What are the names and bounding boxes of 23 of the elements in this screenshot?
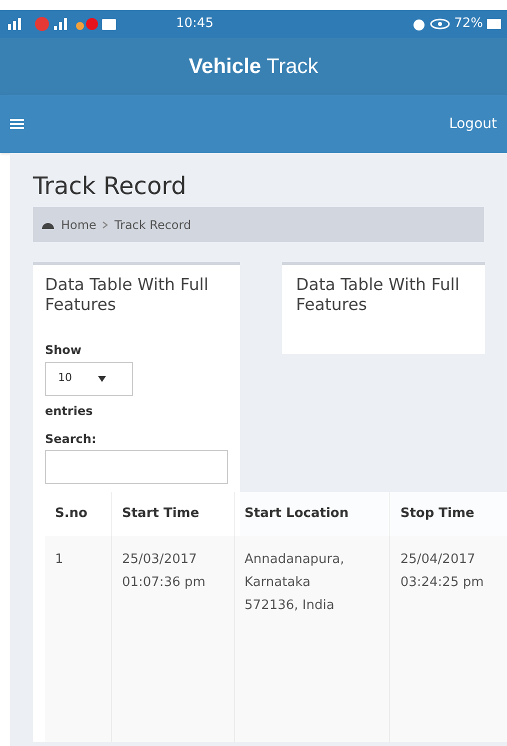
clock: 10:45 xyxy=(176,15,214,34)
eye-icon xyxy=(430,18,450,30)
table-cell-text: 1 xyxy=(55,551,64,569)
logout-link[interactable]: Logout xyxy=(449,114,497,134)
entries-label: entries xyxy=(45,402,94,420)
battery-percent: 72% xyxy=(454,15,483,34)
chevron-icon xyxy=(102,220,108,228)
page-title: Track Record xyxy=(33,171,188,201)
caret-icon xyxy=(98,376,106,382)
table-cell-text: 25/03/2017 01:07:36 pm xyxy=(122,551,206,592)
card-title: Data Table With Full Features xyxy=(45,275,210,315)
app-title: Vehicle Track xyxy=(188,54,318,80)
entries-select[interactable]: 10 xyxy=(45,362,133,396)
table-cell-text: 25/04/2017 03:24:25 pm xyxy=(400,551,485,592)
breadcrumb-current: Track Record xyxy=(114,216,192,234)
search-field[interactable] xyxy=(45,450,228,484)
card-title: Data Table With Full Features xyxy=(296,275,460,315)
table-cell-text: Annadanapura, Karnataka 572136, India xyxy=(244,551,346,615)
battery-icon xyxy=(487,19,501,29)
show-label: Show xyxy=(45,342,83,359)
breadcrumb-link[interactable]: Home xyxy=(61,216,96,234)
menu-icon[interactable] xyxy=(10,118,24,130)
search-label: Search: xyxy=(45,430,98,448)
